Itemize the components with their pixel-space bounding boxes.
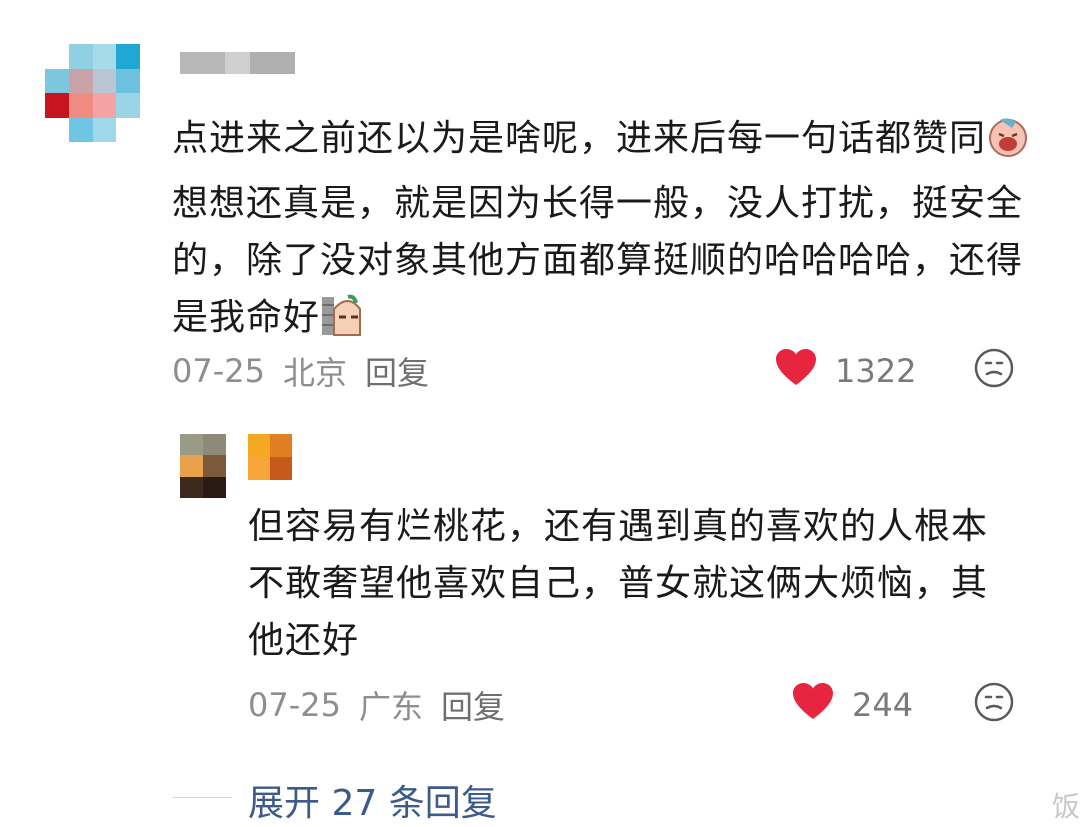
avatar[interactable] xyxy=(45,44,140,142)
reply-username[interactable] xyxy=(248,434,292,480)
reply-button[interactable]: 回复 xyxy=(365,348,429,394)
watermark: 饭 xyxy=(1051,790,1080,823)
reply-location: 广东 xyxy=(358,688,423,726)
comment-location: 北京 xyxy=(282,354,347,392)
username[interactable] xyxy=(180,52,295,74)
comment-meta: 07-25 北京 回复 xyxy=(172,348,429,394)
crying-face-emoji xyxy=(986,114,1030,175)
reply-like-button[interactable]: 244 xyxy=(792,682,913,728)
expand-replies-button[interactable]: 展开 27 条回复 xyxy=(248,774,497,826)
reply-like-count: 244 xyxy=(852,686,914,724)
heart-icon xyxy=(792,682,834,728)
emoji-reaction-icon[interactable] xyxy=(974,682,1014,726)
comment-text-part1: 点进来之前还以为是啥呢，进来后每一句话都赞同 xyxy=(172,118,987,159)
reply-reply-button[interactable]: 回复 xyxy=(441,682,505,728)
peeking-face-emoji xyxy=(320,293,364,354)
reply-meta: 07-25 广东 回复 xyxy=(248,682,505,728)
comment-text-part2: 想想还真是，就是因为长得一般，没人打扰，挺安全的，除了没对象其他方面都算挺顺的哈… xyxy=(172,183,1024,338)
reply-avatar[interactable] xyxy=(180,434,226,498)
like-button[interactable]: 1322 xyxy=(775,348,916,394)
divider xyxy=(172,797,232,798)
emoji-reaction-icon[interactable] xyxy=(974,348,1014,392)
like-count: 1322 xyxy=(835,352,917,390)
comment-date: 07-25 xyxy=(172,352,265,390)
heart-icon xyxy=(775,348,817,394)
comment-text: 点进来之前还以为是啥呢，进来后每一句话都赞同想想还真是，就是因为长得一般，没人打… xyxy=(172,110,1032,354)
reply-text: 但容易有烂桃花，还有遇到真的喜欢的人根本不敢奢望他喜欢自己，普女就这俩大烦恼，其… xyxy=(248,506,989,661)
reply-date: 07-25 xyxy=(248,686,341,724)
